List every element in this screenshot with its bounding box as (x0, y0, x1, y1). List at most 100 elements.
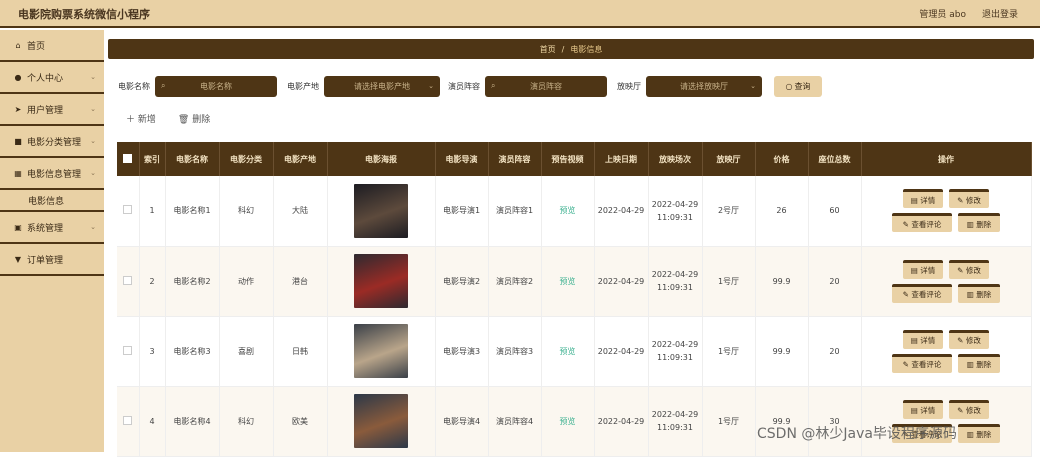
row-checkbox[interactable] (117, 386, 140, 457)
movie-name: 电影名称1 (165, 176, 220, 247)
row-delete-button[interactable]: ▥ 删除 (958, 213, 1000, 233)
edit-button[interactable]: ✎ 修改 (949, 189, 989, 209)
session-date: 2022-04-29 (651, 270, 699, 279)
sidebar-item-person[interactable]: ● 个人中心 ⌄ (0, 62, 104, 94)
row-delete-button[interactable]: ▥ 删除 (958, 283, 1000, 303)
movie-poster-image[interactable] (354, 254, 408, 308)
sidebar-item-folder[interactable]: ■ 电影分类管理 ⌄ (0, 126, 104, 158)
trash-icon: ▥ (966, 360, 977, 369)
person-icon: ● (14, 72, 22, 82)
sidebar-item-send[interactable]: ➤ 用户管理 ⌄ (0, 94, 104, 126)
logout-link[interactable]: 退出登录 (982, 7, 1018, 20)
delete-button[interactable]: 🗑︎ 删除 (178, 112, 210, 125)
movie-category: 科幻 (219, 176, 274, 247)
movie-category: 动作 (219, 246, 274, 317)
row-index: 3 (139, 316, 166, 387)
sidebar-item-label: 用户管理 (27, 105, 64, 116)
movie-poster-image[interactable] (354, 324, 408, 378)
document-icon: ▤ (910, 336, 921, 345)
table-row: 2 电影名称2 动作 港台 电影导演2 演员阵容2 预览 2022-04-29 2022-04-… (117, 246, 1032, 317)
breadcrumb-home[interactable]: 首页 (540, 44, 556, 55)
column-header: 放映场次 (648, 142, 703, 176)
current-user: 管理员 abo (919, 10, 966, 20)
sidebar-item-home[interactable]: ⌂ 首页 (0, 30, 104, 62)
movie-region: 大陆 (273, 176, 328, 247)
hall-placeholder: 请选择放映厅 (680, 81, 728, 91)
seat-total: 20 (808, 246, 862, 317)
release-date: 2022-04-29 (594, 316, 649, 387)
session-date: 2022-04-29 (651, 340, 699, 349)
edit-label: 修改 (965, 336, 981, 345)
document-icon: ▤ (910, 406, 921, 415)
detail-button[interactable]: ▤ 详情 (903, 259, 943, 279)
trailer-link[interactable]: 预览 (541, 246, 595, 317)
sidebar-item-label: 电影信息管理 (27, 169, 82, 180)
movie-poster-image[interactable] (354, 394, 408, 448)
view-comments-button[interactable]: ✎ 查看评论 (892, 283, 952, 303)
pencil-icon: ✎ (957, 195, 966, 205)
view-comments-button[interactable]: ✎ 查看评论 (892, 353, 952, 373)
session-cell: 2022-04-29 11:09:31 (648, 386, 703, 457)
region-label: 电影产地 (287, 81, 319, 91)
search-icon: ○ (785, 81, 793, 91)
movie-region: 港台 (273, 246, 328, 317)
select-all-checkbox[interactable] (117, 142, 140, 176)
edit-button[interactable]: ✎ 修改 (949, 399, 989, 419)
ops-cell: ▤ 详情 ✎ 修改 ✎ 查看评论 ▥ 删除 (861, 176, 1032, 247)
release-date: 2022-04-29 (594, 386, 649, 457)
movie-name-input[interactable]: ⌕ 电影名称 (155, 75, 277, 97)
sidebar: ⌂ 首页 ● 个人中心 ⌄ ➤ 用户管理 ⌄ ■ 电影分类管理 ⌄ ▦ 电影信息管理 ⌄ 电影信息 ▣ 系统… (0, 30, 104, 452)
detail-button[interactable]: ▤ 详情 (903, 329, 943, 349)
release-date: 2022-04-29 (594, 246, 649, 317)
table-row: 3 电影名称3 喜剧 日韩 电影导演3 演员阵容3 预览 2022-04-29 2022-04-… (117, 316, 1032, 387)
movie-name-placeholder: 电影名称 (200, 81, 232, 91)
row-checkbox[interactable] (117, 316, 140, 387)
detail-button[interactable]: ▤ 详情 (903, 189, 943, 209)
edit-button[interactable]: ✎ 修改 (949, 259, 989, 279)
price: 99.9 (755, 246, 809, 317)
movie-name: 电影名称4 (165, 386, 220, 457)
cast-input[interactable]: ⌕ 演员阵容 (485, 75, 607, 97)
query-button[interactable]: ○ 查询 (774, 75, 822, 97)
row-checkbox[interactable] (117, 176, 140, 247)
view-comments-button[interactable]: ✎ 查看评论 (892, 213, 952, 233)
edit-button[interactable]: ✎ 修改 (949, 329, 989, 349)
column-header: 上映日期 (594, 142, 649, 176)
remove-label: 删除 (976, 360, 992, 369)
movie-poster-image[interactable] (354, 183, 408, 238)
movie-cast: 演员阵容2 (488, 246, 542, 317)
trailer-link[interactable]: 预览 (541, 176, 595, 247)
hall-select[interactable]: 请选择放映厅 ⌄ (646, 75, 762, 97)
row-delete-button[interactable]: ▥ 删除 (958, 353, 1000, 373)
breadcrumb: 首页 / 电影信息 (108, 39, 1034, 59)
document-icon: ▤ (910, 195, 921, 205)
sidebar-item-settings[interactable]: ▣ 系统管理 ⌄ (0, 212, 104, 244)
session-cell: 2022-04-29 11:09:31 (648, 316, 703, 387)
settings-icon: ▣ (14, 222, 22, 232)
movie-category: 科幻 (219, 386, 274, 457)
comments-label: 查看评论 (911, 360, 942, 369)
poster-cell (327, 246, 436, 317)
row-checkbox[interactable] (117, 246, 140, 317)
row-delete-button[interactable]: ▥ 删除 (958, 423, 1000, 443)
pencil-icon: ✎ (957, 406, 966, 415)
trailer-link[interactable]: 预览 (541, 316, 595, 387)
seat-total: 60 (808, 176, 862, 247)
chevron-down-icon: ⌄ (90, 137, 96, 145)
detail-label: 详情 (920, 406, 936, 415)
grid-icon: ▦ (14, 168, 22, 178)
sidebar-item-pin[interactable]: ▼ 订单管理 (0, 244, 104, 276)
sidebar-item-grid[interactable]: ▦ 电影信息管理 ⌄ (0, 158, 104, 190)
detail-button[interactable]: ▤ 详情 (903, 399, 943, 419)
movie-director: 电影导演2 (435, 246, 489, 317)
add-button[interactable]: ＋ 新增 (126, 112, 156, 125)
sidebar-item-label: 系统管理 (27, 223, 64, 234)
movie-director: 电影导演3 (435, 316, 489, 387)
trailer-link[interactable]: 预览 (541, 386, 595, 457)
sidebar-subitem-movie-info[interactable]: 电影信息 (0, 190, 104, 210)
poster-cell (327, 386, 436, 457)
region-select[interactable]: 请选择电影产地 ⌄ (324, 75, 440, 97)
breadcrumb-current: 电影信息 (570, 44, 603, 54)
edit-label: 修改 (965, 406, 981, 415)
sidebar-item-label: 个人中心 (27, 73, 64, 84)
